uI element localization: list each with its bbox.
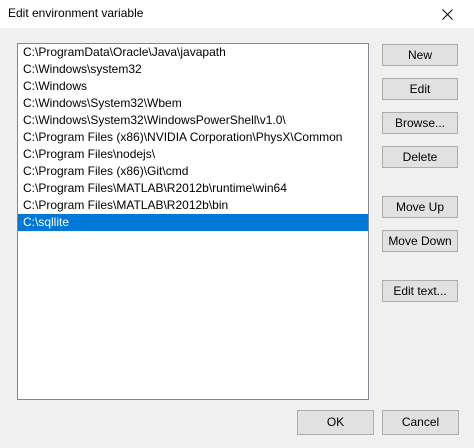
edit-button[interactable]: Edit: [382, 78, 458, 100]
list-item[interactable]: C:\Windows: [18, 78, 368, 95]
ok-button[interactable]: OK: [297, 410, 374, 435]
list-item-selected[interactable]: C:\sqllite: [18, 214, 368, 231]
list-item[interactable]: C:\Program Files\MATLAB\R2012b\runtime\w…: [18, 180, 368, 197]
list-item[interactable]: C:\Windows\System32\WindowsPowerShell\v1…: [18, 112, 368, 129]
close-icon: [441, 8, 453, 20]
close-button[interactable]: [434, 4, 460, 24]
list-item[interactable]: C:\Windows\System32\Wbem: [18, 95, 368, 112]
new-button[interactable]: New: [382, 44, 458, 66]
title-bar: Edit environment variable: [0, 0, 474, 28]
cancel-button[interactable]: Cancel: [382, 410, 459, 435]
move-up-button[interactable]: Move Up: [382, 196, 458, 218]
list-item[interactable]: C:\Program Files (x86)\NVIDIA Corporatio…: [18, 129, 368, 146]
edit-environment-variable-dialog: Edit environment variable C:\ProgramData…: [0, 0, 474, 448]
browse-button[interactable]: Browse...: [382, 112, 458, 134]
move-down-button[interactable]: Move Down: [382, 230, 458, 252]
list-item[interactable]: C:\ProgramData\Oracle\Java\javapath: [18, 44, 368, 61]
list-item[interactable]: C:\Program Files (x86)\Git\cmd: [18, 163, 368, 180]
list-item[interactable]: C:\Program Files\MATLAB\R2012b\bin: [18, 197, 368, 214]
list-item[interactable]: C:\Program Files\nodejs\: [18, 146, 368, 163]
edit-text-button[interactable]: Edit text...: [382, 280, 458, 302]
path-list[interactable]: C:\ProgramData\Oracle\Java\javapath C:\Wi…: [17, 43, 369, 400]
delete-button[interactable]: Delete: [382, 146, 458, 168]
list-item[interactable]: C:\Windows\system32: [18, 61, 368, 78]
dialog-title: Edit environment variable: [8, 6, 144, 20]
